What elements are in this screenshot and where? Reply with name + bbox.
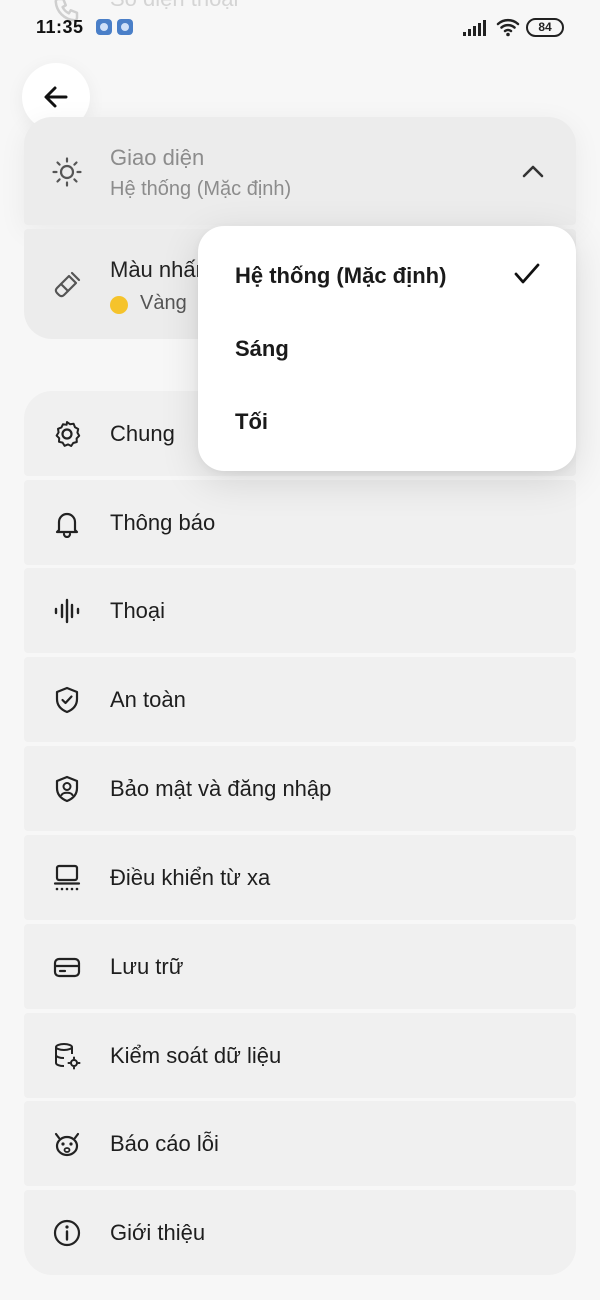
storage-drive-icon (53, 957, 81, 978)
menu-item-label: Điều khiển từ xa (110, 865, 271, 890)
menu-item-label: Bảo mật và đăng nhập (110, 776, 332, 801)
app-notification-icon (117, 19, 133, 35)
appearance-title: Giao diện (110, 145, 205, 170)
bug-icon (54, 1132, 80, 1157)
menu-item-security-login[interactable]: Bảo mật và đăng nhập (24, 746, 576, 831)
menu-item-voice[interactable]: Thoại (24, 568, 576, 653)
appearance-dropdown-menu: Hệ thống (Mặc định) Sáng Tối (198, 226, 576, 471)
settings-screen: Số điện thoại 11:35 84 (0, 0, 600, 1300)
sun-icon (52, 157, 82, 187)
menu-item-label: Kiểm soát dữ liệu (110, 1043, 282, 1068)
appearance-value: Hệ thống (Mặc định) (110, 178, 292, 200)
gear-icon (55, 421, 81, 447)
accent-color-value: Vàng (140, 292, 187, 314)
menu-item-storage[interactable]: Lưu trữ (24, 924, 576, 1009)
status-bar: Số điện thoại 11:35 84 (0, 0, 600, 56)
clock: 11:35 (36, 17, 84, 37)
paintbrush-icon (54, 271, 81, 298)
menu-item-notifications[interactable]: Thông báo (24, 480, 576, 565)
dropdown-option-light[interactable]: Sáng (235, 336, 289, 362)
remote-computer-icon (53, 864, 81, 891)
battery-indicator: 84 (526, 18, 564, 37)
arrow-left-icon (44, 86, 68, 108)
app-notification-icon (96, 19, 112, 35)
phone-number-label: Số điện thoại (110, 0, 238, 12)
appearance-setting[interactable]: Giao diện Hệ thống (Mặc định) (24, 117, 576, 225)
menu-item-label: Chung (110, 421, 175, 446)
menu-item-label: Thông báo (110, 510, 216, 535)
menu-item-remote-control[interactable]: Điều khiển từ xa (24, 835, 576, 920)
accent-color-title: Màu nhấn (110, 257, 208, 282)
dropdown-option-system[interactable]: Hệ thống (Mặc định) (235, 263, 446, 289)
menu-item-about[interactable]: Giới thiệu (24, 1190, 576, 1275)
shield-check-icon (55, 686, 79, 714)
menu-item-data-controls[interactable]: Kiểm soát dữ liệu (24, 1013, 576, 1098)
bell-icon (55, 512, 79, 538)
menu-item-label: Báo cáo lỗi (110, 1131, 219, 1156)
database-settings-icon (55, 1043, 81, 1070)
user-shield-icon (55, 775, 79, 803)
voice-wave-icon (54, 598, 80, 624)
dropdown-option-dark[interactable]: Tối (235, 409, 268, 435)
cellular-signal-icon (463, 20, 486, 36)
notification-icons (96, 19, 133, 35)
menu-item-label: Giới thiệu (110, 1220, 206, 1245)
menu-item-bug-report[interactable]: Báo cáo lỗi (24, 1101, 576, 1186)
wifi-icon (496, 19, 520, 37)
info-icon (53, 1219, 81, 1247)
menu-item-label: Thoại (110, 598, 166, 623)
checkmark-icon (514, 263, 540, 284)
menu-item-label: An toàn (110, 687, 186, 712)
menu-item-label: Lưu trữ (110, 954, 184, 979)
menu-item-safety[interactable]: An toàn (24, 657, 576, 742)
accent-color-swatch (110, 296, 128, 314)
chevron-up-icon (522, 165, 544, 178)
